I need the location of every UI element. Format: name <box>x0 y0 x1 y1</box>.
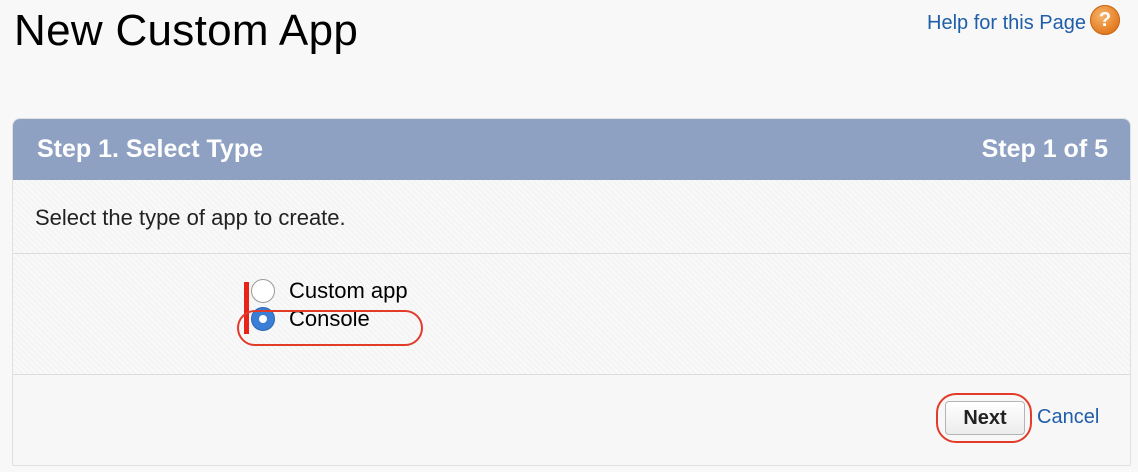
app-type-options: Custom app Console <box>13 254 1130 375</box>
custom-app-label[interactable]: Custom app <box>289 278 408 304</box>
new-app-wizard-panel: Step 1. Select Type Step 1 of 5 Select t… <box>12 118 1131 466</box>
step-counter: Step 1 of 5 <box>981 135 1108 163</box>
cancel-link[interactable]: Cancel <box>1037 406 1099 429</box>
annotation-circle-next <box>936 393 1032 443</box>
option-custom-app[interactable]: Custom app <box>251 278 408 304</box>
custom-app-radio[interactable] <box>251 279 275 303</box>
step-header: Step 1. Select Type Step 1 of 5 <box>13 119 1130 180</box>
annotation-circle-console <box>237 310 423 346</box>
help-icon[interactable]: ? <box>1090 5 1120 35</box>
wizard-footer: Next Cancel <box>13 375 1130 465</box>
help-link[interactable]: Help for this Page <box>927 12 1086 35</box>
step-title: Step 1. Select Type <box>37 135 264 163</box>
page-title: New Custom App <box>14 6 359 55</box>
step-description: Select the type of app to create. <box>13 180 1130 254</box>
